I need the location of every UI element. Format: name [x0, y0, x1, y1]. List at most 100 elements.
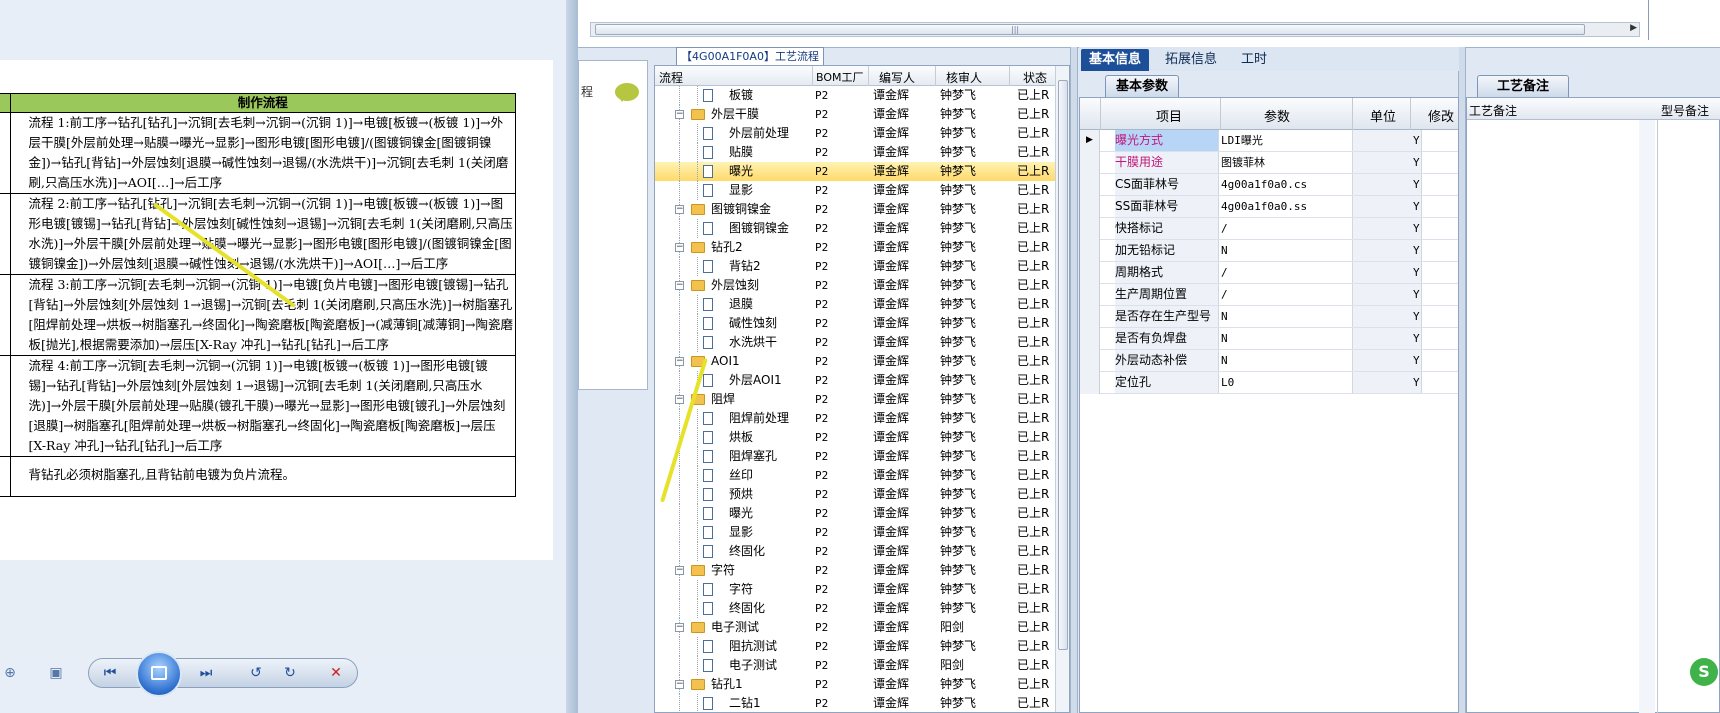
tree-step-row[interactable]: 背钻2 P2 谭金辉 钟梦飞 已上R [655, 257, 1055, 276]
param-value[interactable]: N [1221, 240, 1228, 261]
col-header-reviewer[interactable]: 核审人 [946, 69, 982, 86]
ime-tray-icon[interactable]: S [1690, 658, 1718, 686]
param-value[interactable]: L0 [1221, 372, 1234, 393]
tree-step-row[interactable]: 电子测试 P2 谭金辉 阳剑 已上R [655, 656, 1055, 675]
tree-folder-row[interactable]: − 字符 P2 谭金辉 钟梦飞 已上R [655, 561, 1055, 580]
tree-folder-row[interactable]: − 图镀铜镍金 P2 谭金辉 钟梦飞 已上R [655, 200, 1055, 219]
splitter-tree-props[interactable] [1070, 47, 1078, 713]
tree-folder-row[interactable]: − 钻孔1 P2 谭金辉 钟梦飞 已上R [655, 675, 1055, 694]
tree-step-row[interactable]: 终固化 P2 谭金辉 钟梦飞 已上R [655, 542, 1055, 561]
tree-step-row[interactable]: 预烘 P2 谭金辉 钟梦飞 已上R [655, 485, 1055, 504]
tree-folder-row[interactable]: − 外层干膜 P2 谭金辉 钟梦飞 已上R [655, 105, 1055, 124]
param-value[interactable]: LDI曝光 [1221, 130, 1263, 151]
col-header-status[interactable]: 状态 [1023, 69, 1047, 86]
tree-step-row[interactable]: 显影 P2 谭金辉 钟梦飞 已上R [655, 523, 1055, 542]
tab-process-flow[interactable]: 【4G00A1F0A0】工艺流程 [676, 47, 824, 65]
param-value[interactable]: 4g00a1f0a0.ss [1221, 196, 1307, 217]
param-unit[interactable] [1352, 196, 1422, 217]
tree-folder-row[interactable]: − 钻孔2 P2 谭金辉 钟梦飞 已上R [655, 238, 1055, 257]
param-row[interactable]: 定位孔 L0 Y [1080, 372, 1458, 394]
rotate-right-icon[interactable]: ↻ [280, 663, 300, 683]
tree-step-row[interactable]: 外层前处理 P2 谭金辉 钟梦飞 已上R [655, 124, 1055, 143]
param-value[interactable]: 4g00a1f0a0.cs [1221, 174, 1307, 195]
comment-bubble-icon[interactable] [615, 83, 639, 102]
param-row[interactable]: 外层动态补偿 N Y [1080, 350, 1458, 372]
param-unit[interactable] [1352, 174, 1422, 195]
col-header-writer[interactable]: 编写人 [879, 69, 915, 86]
tree-step-row[interactable]: 板镀 P2 谭金辉 钟梦飞 已上R [655, 86, 1055, 105]
row-header[interactable] [1080, 196, 1100, 218]
tree-step-row[interactable]: 二钻1 P2 谭金辉 钟梦飞 已上R [655, 694, 1055, 712]
tab-basic-params[interactable]: 基本参数 [1105, 75, 1179, 97]
param-value[interactable]: N [1221, 306, 1228, 327]
row-header[interactable] [1080, 372, 1100, 394]
tree-vertical-scrollbar[interactable] [1055, 66, 1069, 712]
col-header-modify[interactable]: 修改 [1428, 106, 1454, 125]
tree-step-row[interactable]: 贴膜 P2 谭金辉 钟梦飞 已上R [655, 143, 1055, 162]
param-unit[interactable] [1352, 262, 1422, 283]
tree-step-row[interactable]: 曝光 P2 谭金辉 钟梦飞 已上R [655, 162, 1055, 181]
param-row[interactable]: 周期格式 / Y [1080, 262, 1458, 284]
row-header[interactable] [1080, 240, 1100, 262]
col-header-item[interactable]: 项目 [1156, 106, 1182, 125]
tree-step-row[interactable]: 曝光 P2 谭金辉 钟梦飞 已上R [655, 504, 1055, 523]
param-value[interactable]: N [1221, 350, 1228, 371]
tab-extended-info[interactable]: 拓展信息 [1157, 49, 1225, 71]
slideshow-button[interactable] [136, 651, 182, 697]
delete-icon[interactable]: ✕ [326, 663, 346, 683]
tree-step-row[interactable]: 字符 P2 谭金辉 钟梦飞 已上R [655, 580, 1055, 599]
current-row-icon[interactable]: ▶ [1080, 130, 1100, 152]
tree-folder-row[interactable]: − AOI1 P2 谭金辉 钟梦飞 已上R [655, 352, 1055, 371]
param-value[interactable]: 图镀菲林 [1221, 152, 1265, 173]
col-header-flow[interactable]: 流程 [659, 69, 683, 86]
param-value[interactable]: / [1221, 284, 1228, 305]
row-header[interactable] [1080, 306, 1100, 328]
tree-step-row[interactable]: 终固化 P2 谭金辉 钟梦飞 已上R [655, 599, 1055, 618]
tree-scrollbar-thumb[interactable] [1058, 80, 1068, 650]
param-unit[interactable] [1352, 284, 1422, 305]
zoom-icon[interactable]: ⊕ [0, 663, 20, 683]
row-header[interactable] [1080, 218, 1100, 240]
row-header[interactable] [1080, 174, 1100, 196]
param-unit[interactable] [1352, 328, 1422, 349]
splitter-props-notes[interactable] [1458, 47, 1466, 713]
tree-step-row[interactable]: 碱性蚀刻 P2 谭金辉 钟梦飞 已上R [655, 314, 1055, 333]
tree-step-row[interactable]: 外层AOI1 P2 谭金辉 钟梦飞 已上R [655, 371, 1055, 390]
tree-step-row[interactable]: 显影 P2 谭金辉 钟梦飞 已上R [655, 181, 1055, 200]
collapse-icon[interactable]: − [675, 110, 684, 119]
collapse-icon[interactable]: − [675, 243, 684, 252]
col-header-param[interactable]: 参数 [1264, 106, 1290, 125]
param-unit[interactable] [1352, 130, 1422, 151]
row-header[interactable] [1080, 350, 1100, 372]
collapse-icon[interactable]: − [675, 680, 684, 689]
row-header[interactable] [1080, 328, 1100, 350]
param-row[interactable]: 是否有负焊盘 N Y [1080, 328, 1458, 350]
param-row[interactable]: SS面菲林号 4g00a1f0a0.ss Y [1080, 196, 1458, 218]
param-row[interactable]: 快搭标记 / Y [1080, 218, 1458, 240]
tree-folder-row[interactable]: − 阻焊 P2 谭金辉 钟梦飞 已上R [655, 390, 1055, 409]
param-unit[interactable] [1352, 350, 1422, 371]
param-row[interactable]: CS面菲林号 4g00a1f0a0.cs Y [1080, 174, 1458, 196]
tree-folder-row[interactable]: − 电子测试 P2 谭金辉 阳剑 已上R [655, 618, 1055, 637]
param-unit[interactable] [1352, 152, 1422, 173]
param-unit[interactable] [1352, 306, 1422, 327]
tab-process-notes[interactable]: 工艺备注 [1477, 75, 1569, 97]
tab-work-hours[interactable]: 工时 [1233, 49, 1275, 71]
param-row[interactable]: 干膜用途 图镀菲林 Y [1080, 152, 1458, 174]
actual-size-icon[interactable]: ▣ [46, 663, 66, 683]
param-row[interactable]: ▶ 曝光方式 LDI曝光 Y [1080, 130, 1458, 152]
param-row[interactable]: 加无铅标记 N Y [1080, 240, 1458, 262]
tree-step-row[interactable]: 退膜 P2 谭金辉 钟梦飞 已上R [655, 295, 1055, 314]
param-row[interactable]: 是否存在生产型号 N Y [1080, 306, 1458, 328]
param-value[interactable]: / [1221, 262, 1228, 283]
row-header[interactable] [1080, 284, 1100, 306]
param-unit[interactable] [1352, 240, 1422, 261]
top-horizontal-scrollbar[interactable]: ||| ▶ [590, 22, 1640, 37]
tree-step-row[interactable]: 阻抗测试 P2 谭金辉 钟梦飞 已上R [655, 637, 1055, 656]
tree-step-row[interactable]: 阻焊塞孔 P2 谭金辉 钟梦飞 已上R [655, 447, 1055, 466]
collapse-icon[interactable]: − [675, 205, 684, 214]
next-icon[interactable]: ⏭ [196, 663, 216, 683]
notes-scrollbar[interactable] [1639, 120, 1655, 713]
scrollbar-thumb[interactable] [595, 24, 1585, 35]
collapse-icon[interactable]: − [675, 623, 684, 632]
